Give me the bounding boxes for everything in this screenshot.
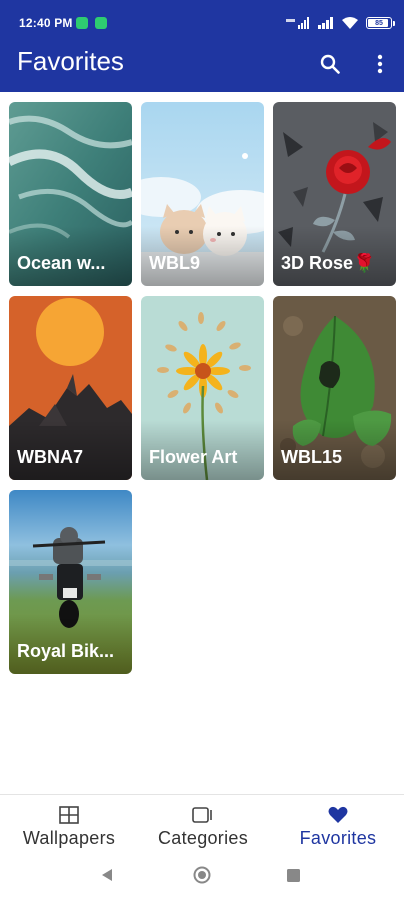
app-bar: 12:40 PM 85 Favorites <box>0 0 404 92</box>
back-button[interactable] <box>100 868 114 887</box>
wallpaper-title: Flower Art <box>149 447 238 467</box>
grid-icon <box>59 805 79 825</box>
nav-categories[interactable]: Categories <box>144 795 262 853</box>
nav-favorites[interactable]: Favorites <box>284 795 392 853</box>
battery-level: 85 <box>375 19 383 27</box>
heart-icon <box>328 805 348 825</box>
app-notification-icon <box>95 17 107 29</box>
nav-label: Categories <box>157 828 249 848</box>
wallpaper-card[interactable]: Royal Bik... <box>9 490 132 674</box>
wallpaper-card[interactable]: WBL15 <box>273 296 396 480</box>
wallpaper-title: Royal Bik... <box>17 641 115 661</box>
search-icon <box>320 54 340 74</box>
wifi-icon <box>342 17 358 29</box>
bottom-navigation: Wallpapers Categories Favorites <box>0 794 404 852</box>
page-title: Favorites <box>17 46 124 76</box>
wallpaper-card[interactable]: Flower Art <box>141 296 264 480</box>
back-icon <box>102 869 112 881</box>
home-icon <box>193 866 211 884</box>
volte-signal-icon <box>286 17 310 29</box>
signal-icon <box>318 17 334 29</box>
wallpaper-title: WBNA7 <box>17 447 83 467</box>
wallpaper-title: WBL9 <box>149 253 200 273</box>
battery-indicator: 85 <box>366 17 395 29</box>
system-navigation-bar <box>0 852 404 900</box>
status-time: 12:40 PM <box>19 16 73 30</box>
phone-notification-icon <box>76 17 88 29</box>
recent-apps-icon <box>287 869 300 882</box>
search-button[interactable] <box>317 51 343 77</box>
more-vertical-icon <box>377 54 383 74</box>
wallpaper-title: WBL15 <box>281 447 343 467</box>
favorites-screen: 12:40 PM 85 Favorites Ocean w... WBL9 3D… <box>0 0 404 900</box>
recent-apps-button[interactable] <box>287 869 300 887</box>
home-button[interactable] <box>193 866 211 889</box>
nav-label: Favorites <box>299 828 377 848</box>
wallpaper-title: Ocean w... <box>17 253 106 273</box>
more-options-button[interactable] <box>368 51 392 77</box>
categories-icon <box>192 805 214 825</box>
status-icons: 85 <box>286 14 395 32</box>
wallpaper-title: 3D Rose🌹 <box>281 253 376 273</box>
wallpaper-card[interactable]: Ocean w... <box>9 102 132 286</box>
wallpaper-card[interactable]: 3D Rose🌹 <box>273 102 396 286</box>
status-bar: 12:40 PM 85 <box>0 0 404 44</box>
nav-wallpapers[interactable]: Wallpapers <box>10 795 128 853</box>
wallpaper-card[interactable]: WBL9 <box>141 102 264 286</box>
wallpaper-card[interactable]: WBNA7 <box>9 296 132 480</box>
nav-label: Wallpapers <box>22 828 116 848</box>
